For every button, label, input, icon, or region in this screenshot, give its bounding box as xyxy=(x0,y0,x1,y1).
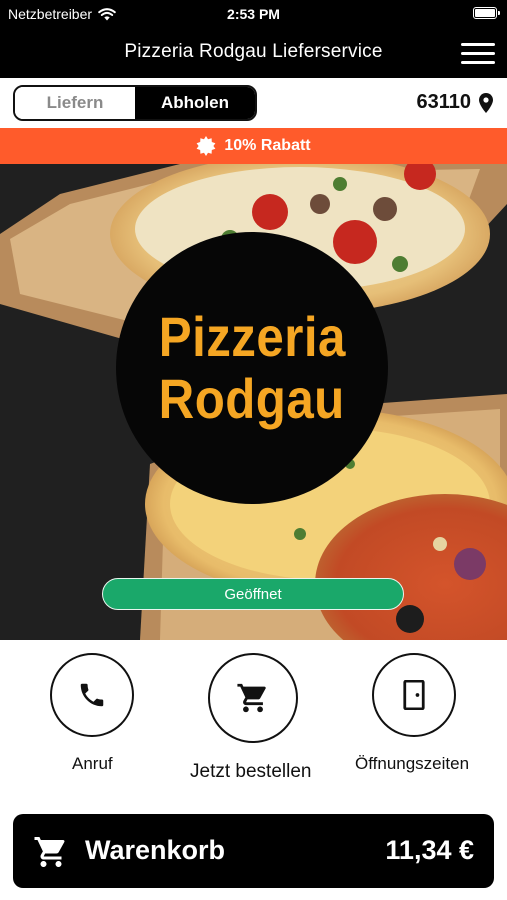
status-time: 2:53 PM xyxy=(227,6,280,22)
app-screen: Netzbetreiber 2:53 PM Pizzeria Rodgau Li… xyxy=(0,0,507,900)
discount-text: 10% Rabatt xyxy=(224,137,311,154)
opening-hours-button[interactable] xyxy=(372,653,456,737)
order-now-button[interactable] xyxy=(208,653,298,743)
discount-banner[interactable]: 10% Rabatt xyxy=(0,128,507,164)
cart-total: 11,34 € xyxy=(385,835,474,865)
quick-actions: Anruf Jetzt bestellen Öffnungszeiten xyxy=(0,640,507,810)
restaurant-logo: Pizzeria Rodgau xyxy=(116,232,388,504)
order-now-label: Jetzt bestellen xyxy=(190,761,312,782)
nav-bar: Pizzeria Rodgau Lieferservice xyxy=(0,28,507,78)
hero-banner: Pizzeria Rodgau Geöffnet xyxy=(0,164,507,640)
page-title: Pizzeria Rodgau Lieferservice xyxy=(124,41,383,62)
badge-star-icon xyxy=(196,136,216,156)
delivery-mode-toggle: Liefern Abholen xyxy=(13,85,257,121)
hamburger-menu-icon[interactable] xyxy=(461,41,495,65)
cart-icon-wrap xyxy=(33,834,69,875)
open-status-badge: Geöffnet xyxy=(102,578,404,610)
cart-button[interactable]: Warenkorb 11,34 € xyxy=(13,814,494,888)
cart-label: Warenkorb xyxy=(85,835,226,865)
shopping-cart-icon xyxy=(237,683,266,713)
call-label: Anruf xyxy=(72,754,113,773)
logo-line-1: Pizzeria xyxy=(158,305,346,368)
opening-hours-circle xyxy=(372,653,456,737)
door-icon xyxy=(403,680,425,710)
status-bar: Netzbetreiber 2:53 PM xyxy=(0,0,507,28)
opening-hours-label: Öffnungszeiten xyxy=(355,754,470,773)
battery-icon xyxy=(473,7,500,19)
location-selector[interactable]: 63110 xyxy=(416,91,493,114)
location-pin-icon xyxy=(479,92,493,113)
tab-abholen[interactable]: Abholen xyxy=(135,87,255,119)
zip-code: 63110 xyxy=(416,91,471,113)
mode-row: Liefern Abholen 63110 xyxy=(0,78,507,128)
shopping-cart-icon xyxy=(34,837,65,867)
call-button[interactable] xyxy=(50,653,134,737)
phone-icon xyxy=(80,683,104,707)
tab-liefern[interactable]: Liefern xyxy=(15,87,135,119)
call-button-circle xyxy=(50,653,134,737)
order-now-circle xyxy=(208,653,298,743)
logo-line-2: Rodgau xyxy=(158,367,346,430)
